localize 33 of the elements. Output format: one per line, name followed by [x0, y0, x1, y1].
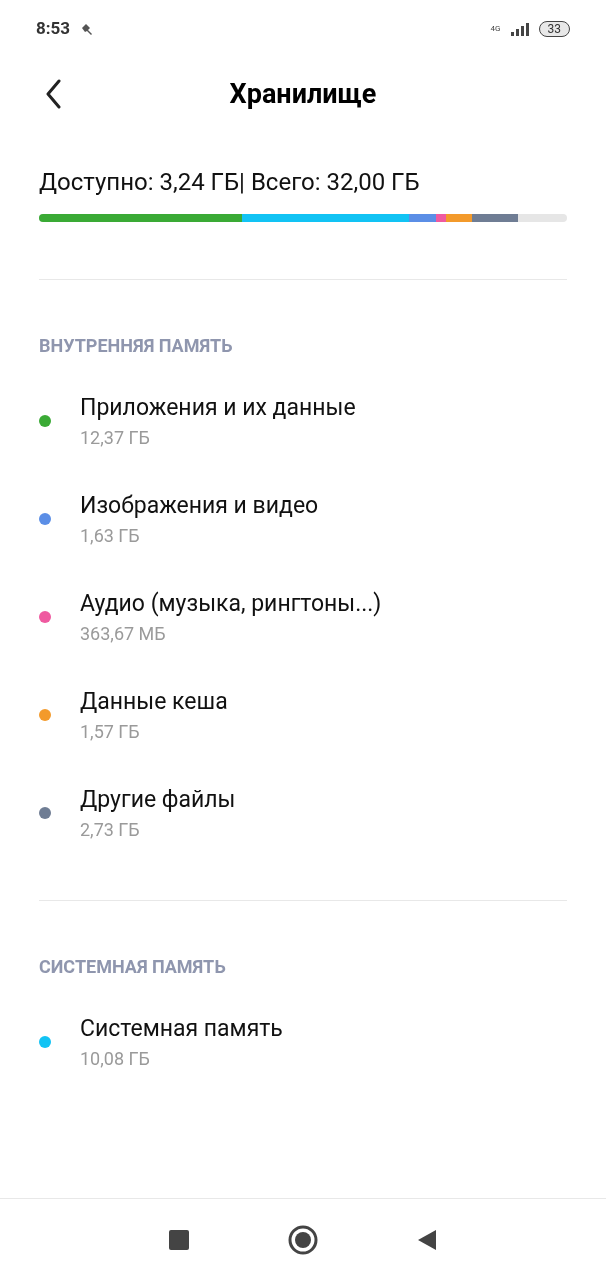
battery-indicator: 33 [538, 21, 570, 37]
category-size: 1,63 ГБ [80, 524, 141, 548]
category-name: Системная память [80, 1014, 283, 1044]
signal-icon [508, 22, 531, 36]
network-label: 4G [490, 23, 501, 35]
storage-category[interactable]: Изображения и видео 1,63 ГБ [0, 489, 606, 549]
square-icon [169, 1229, 189, 1250]
section-heading: СИСТЕМНАЯ ПАМЯТЬ [38, 955, 227, 979]
storage-category[interactable]: Системная память 10,08 ГБ [0, 1012, 606, 1072]
back-icon [44, 79, 62, 109]
triangle-icon [417, 1228, 437, 1251]
category-name: Другие файлы [80, 785, 236, 815]
category-name: Данные кеша [80, 687, 228, 717]
category-size: 12,37 ГБ [80, 426, 151, 450]
storage-category[interactable]: Данные кеша 1,57 ГБ [0, 685, 606, 745]
category-size: 363,67 МБ [80, 622, 167, 646]
page-title: Хранилище [228, 76, 378, 112]
pin-icon [80, 22, 95, 36]
section-heading: ВНУТРЕННЯЯ ПАМЯТЬ [38, 334, 234, 358]
category-name: Приложения и их данные [80, 393, 356, 423]
storage-category[interactable]: Другие файлы 2,73 ГБ [0, 783, 606, 843]
storage-category[interactable]: Приложения и их данные 12,37 ГБ [0, 391, 606, 451]
status-time: 8:53 [36, 17, 71, 41]
category-size: 2,73 ГБ [80, 818, 141, 842]
recents-button[interactable] [167, 1227, 191, 1252]
category-name: Изображения и видео [80, 491, 319, 521]
storage-summary: Доступно: 3,24 ГБ| Всего: 32,00 ГБ [39, 167, 421, 198]
home-button[interactable] [287, 1223, 319, 1256]
category-size: 1,57 ГБ [80, 720, 141, 744]
storage-category[interactable]: Аудио (музыка, рингтоны...) 363,67 МБ [0, 587, 606, 647]
category-name: Аудио (музыка, рингтоны...) [80, 589, 382, 619]
circle-icon [288, 1224, 318, 1255]
category-size: 10,08 ГБ [80, 1047, 151, 1071]
